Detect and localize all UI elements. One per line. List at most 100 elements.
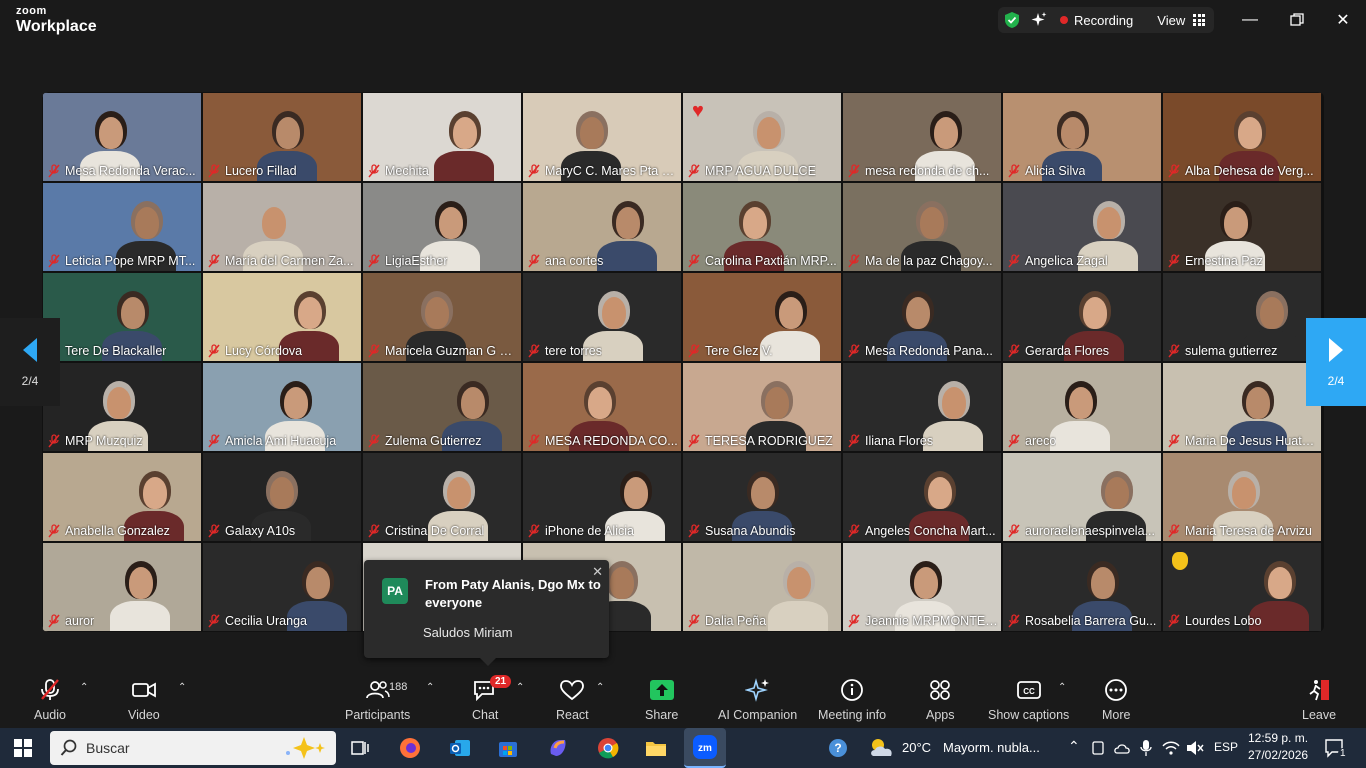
show-hidden-icons-caret[interactable]: ⌃ — [1068, 738, 1080, 755]
participant-tile[interactable]: TERESA RODRIGUEZ — [682, 362, 842, 452]
close-icon[interactable]: ✕ — [592, 564, 603, 580]
input-language[interactable]: ESP — [1214, 740, 1238, 754]
react-button[interactable]: React — [556, 678, 589, 722]
participant-tile[interactable]: Galaxy A10s — [202, 452, 362, 542]
participant-tile[interactable]: Cristina De Corral — [362, 452, 522, 542]
participant-tile[interactable]: Angeles Concha Mart... — [842, 452, 1002, 542]
participant-tile[interactable]: auroraelenaespinvela... — [1002, 452, 1162, 542]
participant-tile[interactable]: Alba Dehesa de Verg... — [1162, 92, 1322, 182]
ai-companion-button[interactable]: AI Companion — [718, 678, 797, 722]
security-shield-icon[interactable] — [1004, 11, 1020, 29]
participant-tile[interactable]: tere torres — [522, 272, 682, 362]
taskbar-search[interactable]: Buscar — [50, 731, 336, 765]
participant-tile[interactable]: Ernestina Paz — [1162, 182, 1322, 272]
participant-tile[interactable]: Mesa Redonda Verac... — [42, 92, 202, 182]
windows-start-icon[interactable] — [14, 739, 32, 757]
chat-options-caret[interactable]: ⌃ — [516, 682, 524, 693]
microphone-icon[interactable] — [1140, 739, 1152, 757]
help-icon[interactable]: ? — [828, 737, 852, 759]
participant-tile[interactable]: Alicia Silva — [1002, 92, 1162, 182]
participant-tile[interactable]: Amicla Ami Huacuja — [202, 362, 362, 452]
wifi-icon[interactable] — [1162, 740, 1180, 756]
participant-tile[interactable]: LigiaEsther — [362, 182, 522, 272]
clock-date[interactable]: 27/02/2026 — [1248, 748, 1308, 762]
ai-sparkle-icon[interactable] — [1030, 11, 1048, 29]
participant-tile[interactable]: MRP Muzquiz — [42, 362, 202, 452]
gallery-grid-icon[interactable] — [1193, 14, 1206, 26]
weather-desc[interactable]: Mayorm. nubla... — [943, 740, 1040, 755]
participant-tile[interactable]: Maria De Jesus Huatusc... — [1162, 362, 1322, 452]
participant-tile[interactable]: Leticia Pope MRP MT... — [42, 182, 202, 272]
weather-cloud-icon[interactable] — [868, 736, 896, 760]
participant-tile[interactable]: Gerarda Flores — [1002, 272, 1162, 362]
task-view-icon[interactable] — [346, 734, 374, 762]
zoom-app-icon[interactable]: zm — [684, 728, 726, 768]
weather-temp[interactable]: 20°C — [902, 740, 931, 755]
participant-video-face — [447, 477, 471, 509]
participant-tile[interactable]: Ma de la paz Chagoy... — [842, 182, 1002, 272]
participant-tile[interactable]: Zulema Gutierrez — [362, 362, 522, 452]
close-window-icon[interactable]: ✕ — [1333, 10, 1353, 30]
restore-icon[interactable] — [1287, 10, 1307, 30]
device-icon[interactable] — [1090, 740, 1106, 756]
speaker-muted-icon[interactable] — [1186, 740, 1204, 756]
participant-tile[interactable]: Tere Glez V. — [682, 272, 842, 362]
share-button[interactable]: Share — [645, 678, 678, 722]
audio-options-caret[interactable]: ⌃ — [80, 682, 88, 693]
recording-label[interactable]: Recording — [1074, 13, 1133, 28]
participant-tile[interactable]: sulema gutierrez — [1162, 272, 1322, 362]
minimize-icon[interactable]: — — [1240, 10, 1260, 30]
captions-options-caret[interactable]: ⌃ — [1058, 682, 1066, 693]
apps-button[interactable]: Apps — [926, 678, 955, 722]
next-page-button[interactable]: 2/4 — [1306, 318, 1366, 406]
participant-tile[interactable]: Dalia Peña — [682, 542, 842, 632]
previous-page-button[interactable]: 2/4 — [0, 318, 60, 406]
participant-tile[interactable]: MRP AGUA DULCE — [682, 92, 842, 182]
react-options-caret[interactable]: ⌃ — [596, 682, 604, 693]
participant-tile[interactable]: ana cortes — [522, 182, 682, 272]
participant-tile[interactable]: Tere De Blackaller — [42, 272, 202, 362]
participant-tile[interactable]: Lucero Fillad — [202, 92, 362, 182]
firefox-icon[interactable] — [396, 734, 424, 762]
participant-tile[interactable]: areco — [1002, 362, 1162, 452]
participant-tile[interactable]: Iliana Flores — [842, 362, 1002, 452]
participant-tile[interactable]: Lucy Córdova — [202, 272, 362, 362]
onedrive-cloud-icon[interactable] — [1114, 740, 1132, 756]
participant-tile[interactable]: Rosabelia Barrera Gu... — [1002, 542, 1162, 632]
participant-tile[interactable]: mesa redonda de ch... — [842, 92, 1002, 182]
participant-tile[interactable]: Cecilia Uranga — [202, 542, 362, 632]
participant-name: Galaxy A10s — [225, 524, 296, 538]
chat-notification[interactable]: PA From Paty Alanis, Dgo Mx to everyone … — [364, 560, 609, 666]
file-explorer-icon[interactable] — [642, 734, 670, 762]
video-button[interactable]: Video — [128, 678, 160, 722]
participant-tile[interactable]: Angelica Zagal — [1002, 182, 1162, 272]
participant-tile[interactable]: Mechita — [362, 92, 522, 182]
participant-tile[interactable]: iPhone de Alicia — [522, 452, 682, 542]
more-button[interactable]: More — [1102, 678, 1130, 722]
participant-tile[interactable]: Anabella Gonzalez — [42, 452, 202, 542]
view-button[interactable]: View — [1157, 13, 1185, 28]
clock-time[interactable]: 12:59 p. m. — [1248, 731, 1308, 745]
participant-tile[interactable]: Maricela Guzman G MR... — [362, 272, 522, 362]
chat-button[interactable]: 21 Chat — [472, 675, 512, 722]
leave-button[interactable]: Leave — [1302, 678, 1336, 722]
participant-tile[interactable]: MaryC C. Mares Pta Cte ... — [522, 92, 682, 182]
participant-tile[interactable]: Susana Abundis — [682, 452, 842, 542]
participants-options-caret[interactable]: ⌃ — [426, 682, 434, 693]
participants-button[interactable]: 188 Participants — [345, 678, 410, 722]
participant-tile[interactable]: Mesa Redonda Pana... — [842, 272, 1002, 362]
participant-tile[interactable]: Maria Teresa de Arvizu — [1162, 452, 1322, 542]
participant-tile[interactable]: María del Carmen Za... — [202, 182, 362, 272]
participant-video-face — [461, 387, 485, 419]
video-options-caret[interactable]: ⌃ — [178, 682, 186, 693]
copilot-icon[interactable] — [544, 734, 572, 762]
participant-tile[interactable]: auror — [42, 542, 202, 632]
microsoft-store-icon[interactable] — [494, 734, 522, 762]
outlook-icon[interactable] — [446, 734, 474, 762]
participant-tile[interactable]: Carolina Paxtián MRP... — [682, 182, 842, 272]
meeting-info-button[interactable]: Meeting info — [818, 678, 886, 722]
chrome-icon[interactable] — [594, 734, 622, 762]
participant-tile[interactable]: Jeannie MRPMONTEJ... — [842, 542, 1002, 632]
audio-button[interactable]: Audio — [34, 678, 66, 722]
participant-tile[interactable]: MESA REDONDA CO... — [522, 362, 682, 452]
